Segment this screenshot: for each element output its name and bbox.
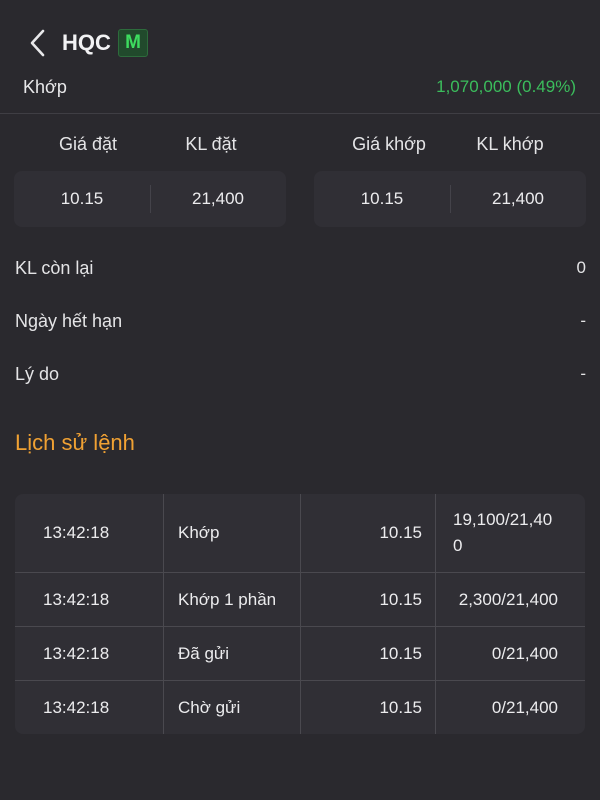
header-bar: HQC M [0, 0, 600, 80]
history-time: 13:42:18 [43, 643, 110, 663]
history-price: 10.15 [379, 697, 422, 717]
exchange-badge: M [118, 29, 148, 57]
match-qty-value: 21,400 [492, 189, 544, 208]
order-history-title: Lịch sử lệnh [15, 430, 135, 455]
order-qty-header: KL đặt [185, 134, 237, 154]
reason-row: Lý do - [0, 362, 600, 392]
remaining-qty-label: KL còn lại [15, 258, 94, 278]
back-button[interactable] [22, 28, 52, 58]
order-history-table: 13:42:18 Khớp 10.15 19,100/21,400 13:42:… [15, 494, 585, 734]
order-price-header: Giá đặt [58, 134, 118, 154]
history-status: Đã gửi [178, 643, 230, 663]
history-time: 13:42:18 [43, 589, 110, 609]
reason-value: - [580, 364, 586, 383]
history-status: Chờ gửi [178, 697, 241, 717]
table-row: 13:42:18 Đã gửi 10.15 0/21,400 [15, 627, 585, 680]
ticker-symbol: HQC [62, 30, 111, 55]
table-row: 13:42:18 Khớp 10.15 19,100/21,400 [15, 494, 585, 572]
match-values-box: 10.15 21,400 [314, 171, 586, 227]
chevron-left-icon [30, 29, 45, 57]
order-status-value: 1,070,000 (0.49%) [436, 77, 576, 96]
reason-label: Lý do [15, 364, 60, 384]
history-qty: 0/21,400 [491, 697, 558, 717]
order-price-value: 10.15 [60, 189, 104, 208]
history-qty: 19,100/21,400 [453, 510, 553, 555]
history-time: 13:42:18 [43, 697, 110, 717]
order-values-box: 10.15 21,400 [14, 171, 286, 227]
history-price: 10.15 [379, 643, 422, 663]
expiry-date-value: - [580, 311, 586, 330]
history-qty: 2,300/21,400 [458, 589, 558, 609]
remaining-qty-row: KL còn lại 0 [0, 256, 600, 286]
history-qty: 0/21,400 [491, 643, 558, 663]
history-status: Khớp [178, 523, 220, 542]
history-price: 10.15 [379, 523, 422, 542]
table-row: 13:42:18 Khớp 1 phần 10.15 2,300/21,400 [15, 573, 585, 626]
history-status: Khớp 1 phần [178, 589, 277, 609]
order-status-row: Khớp 1,070,000 (0.49%) [0, 70, 600, 114]
history-price: 10.15 [379, 589, 422, 609]
order-status-label: Khớp [23, 77, 67, 97]
table-row: 13:42:18 Chờ gửi 10.15 0/21,400 [15, 681, 585, 734]
match-qty-header: KL khớp [476, 134, 544, 154]
history-time: 13:42:18 [43, 523, 110, 542]
match-price-value: 10.15 [360, 189, 404, 208]
order-qty-value: 21,400 [192, 189, 244, 208]
expiry-date-label: Ngày hết hạn [15, 311, 123, 331]
expiry-date-row: Ngày hết hạn - [0, 309, 600, 339]
match-price-header: Giá khớp [352, 134, 426, 154]
remaining-qty-value: 0 [576, 258, 586, 277]
